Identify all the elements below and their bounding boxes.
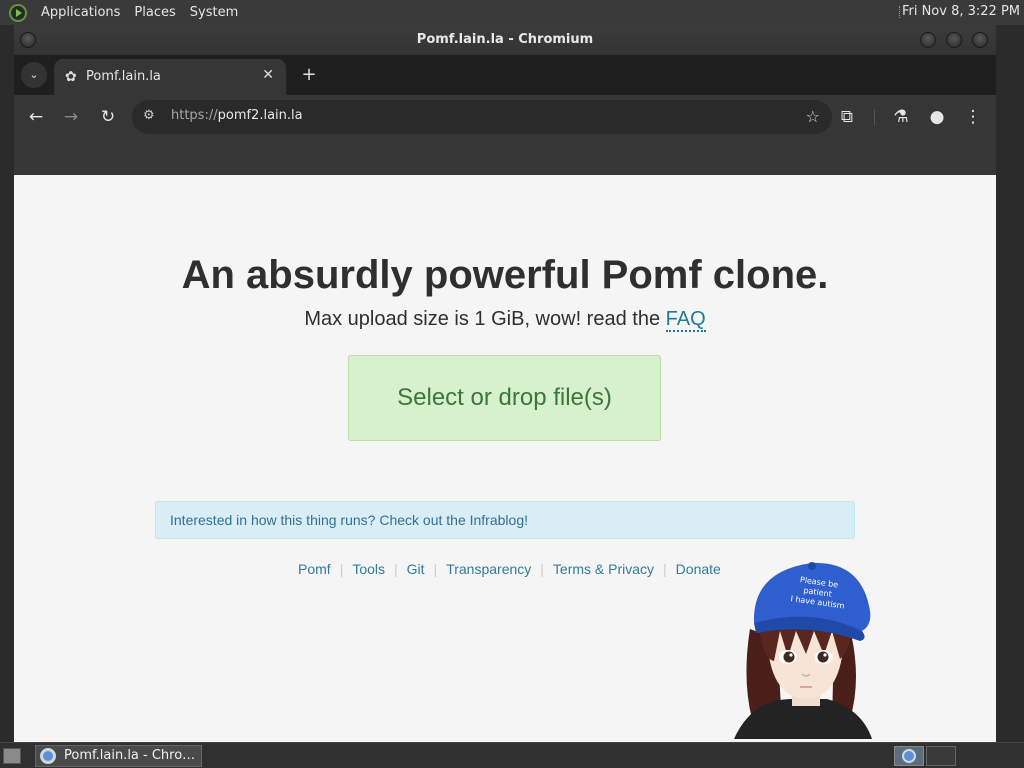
window-menu-button[interactable] — [20, 32, 36, 48]
bookmark-star-icon[interactable]: ☆ — [806, 107, 820, 126]
faq-link[interactable]: FAQ — [665, 308, 706, 332]
workspace-1[interactable] — [894, 746, 924, 766]
favicon-icon: ✿ — [65, 69, 77, 85]
taskbar-item-chromium[interactable]: Pomf.lain.la - Chro… — [35, 745, 202, 767]
taskbar-item-label: Pomf.lain.la - Chro… — [64, 748, 196, 763]
close-window-button[interactable] — [972, 32, 988, 48]
distro-logo-icon[interactable] — [9, 3, 27, 22]
mascot-image: Please be patient I have autism — [734, 562, 872, 739]
labs-icon[interactable]: ⚗ — [890, 106, 912, 128]
footer-separator: | — [540, 561, 544, 577]
footer-separator: | — [394, 561, 398, 577]
chromium-icon — [40, 748, 56, 764]
profile-icon[interactable]: ● — [926, 106, 948, 128]
footer-link-donate[interactable]: Donate — [676, 561, 721, 577]
footer-separator: | — [663, 561, 667, 577]
footer-link-tools[interactable]: Tools — [352, 561, 385, 577]
browser-toolbar: ← → ↻ ⚙ https://pomf2.lain.la ☆ ⧉ ⚗ ● ⋮ — [14, 95, 996, 139]
footer-link-transparency[interactable]: Transparency — [446, 561, 531, 577]
upload-size-prefix: Max upload size is 1 GiB, wow! read the — [304, 308, 666, 330]
upload-size-text: Max upload size is 1 GiB, wow! read the … — [14, 308, 996, 332]
window-title: Pomf.lain.la - Chromium — [416, 32, 594, 47]
forward-icon[interactable]: → — [60, 106, 82, 128]
infrablog-alert[interactable]: Interested in how this thing runs? Check… — [155, 501, 855, 539]
menu-places[interactable]: Places — [127, 5, 182, 20]
window-titlebar[interactable]: Pomf.lain.la - Chromium — [14, 25, 996, 55]
workspace-2[interactable] — [926, 746, 956, 766]
footer-separator: | — [339, 561, 344, 577]
extensions-icon[interactable]: ⧉ — [836, 106, 858, 128]
footer-separator: | — [433, 561, 438, 577]
tab-close-icon[interactable]: ✕ — [262, 67, 274, 83]
back-icon[interactable]: ← — [25, 106, 47, 128]
maximize-button[interactable] — [946, 32, 962, 48]
footer-link-terms-privacy[interactable]: Terms & Privacy — [553, 561, 654, 577]
tab-search-button[interactable]: ⌄ — [21, 62, 47, 88]
new-tab-button[interactable]: + — [297, 63, 321, 87]
reload-icon[interactable]: ↻ — [97, 106, 119, 128]
panel-separator — [899, 6, 901, 18]
menu-applications[interactable]: Applications — [34, 5, 127, 20]
show-desktop-icon[interactable] — [3, 748, 21, 764]
menu-icon[interactable]: ⋮ — [962, 106, 984, 128]
address-bar[interactable]: ⚙ https://pomf2.lain.la ☆ — [132, 100, 832, 134]
footer-link-pomf[interactable]: Pomf — [298, 561, 331, 577]
menu-system[interactable]: System — [183, 5, 245, 20]
minimize-button[interactable] — [920, 32, 936, 48]
top-panel: Applications Places System Fri Nov 8, 3:… — [0, 0, 1024, 25]
site-info-icon[interactable]: ⚙ — [143, 108, 155, 123]
tab-pomf[interactable]: ✿ Pomf.lain.la ✕ — [54, 59, 286, 95]
bottom-taskbar: Pomf.lain.la - Chro… — [0, 742, 1024, 768]
upload-button[interactable]: Select or drop file(s) — [348, 355, 661, 441]
page-content: An absurdly powerful Pomf clone. Max upl… — [14, 175, 996, 742]
url-text[interactable]: https://pomf2.lain.la — [171, 108, 303, 123]
url-host: pomf2.lain.la — [217, 108, 303, 123]
browser-window: Pomf.lain.la - Chromium ⌄ ✿ Pomf.lain.la… — [14, 25, 996, 742]
footer-nav: Pomf | Tools | Git | Transparency | Term… — [298, 561, 721, 577]
chromium-icon — [902, 749, 916, 763]
toolbar-separator — [874, 109, 875, 125]
url-scheme: https:// — [171, 108, 218, 123]
clock[interactable]: Fri Nov 8, 3:22 PM — [902, 4, 1020, 19]
footer-link-git[interactable]: Git — [407, 561, 425, 577]
tab-strip: ⌄ ✿ Pomf.lain.la ✕ + — [14, 55, 996, 95]
tab-title: Pomf.lain.la — [86, 69, 161, 84]
page-title: An absurdly powerful Pomf clone. — [181, 253, 829, 297]
bookmark-bar — [14, 139, 996, 175]
